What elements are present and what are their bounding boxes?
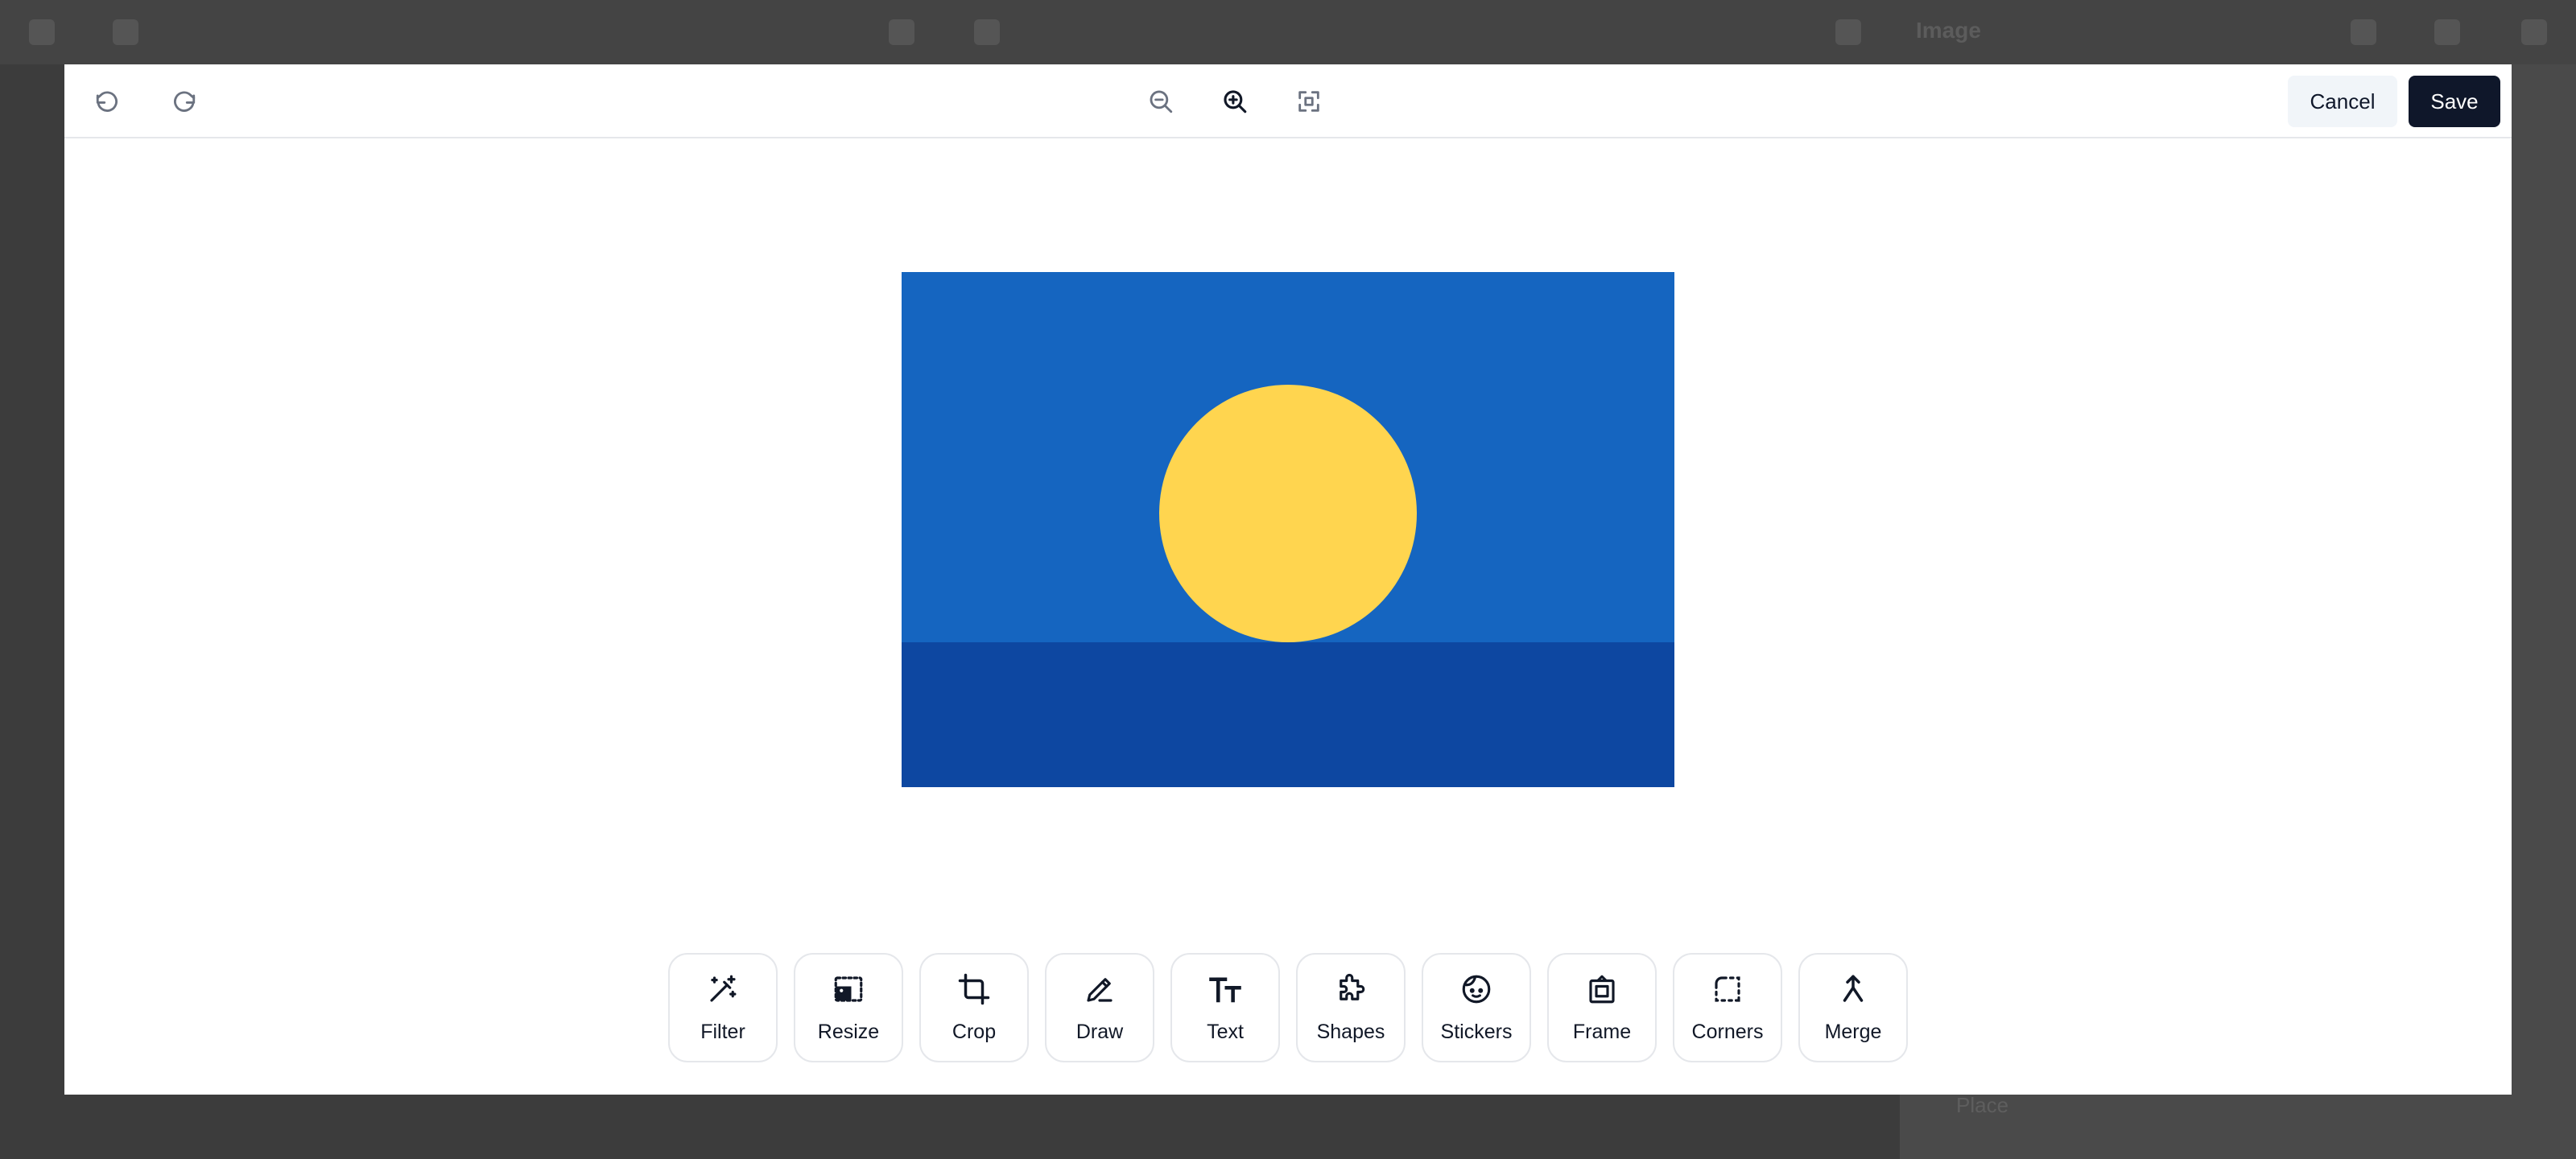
tool-frame-label: Frame (1572, 1021, 1632, 1043)
fit-screen-icon (1298, 91, 1319, 112)
tool-crop[interactable]: Crop (919, 953, 1029, 1062)
canvas-image[interactable] (902, 272, 1674, 787)
tool-draw[interactable]: Draw (1045, 953, 1154, 1062)
editing-toolbar: Filter Resize Crop Draw Text Shapes Stic… (668, 953, 1908, 1064)
image-sun (1159, 385, 1417, 642)
zoom-in-icon (1224, 90, 1247, 113)
undo-button[interactable] (89, 82, 127, 121)
background-expand-icon (2434, 19, 2460, 45)
background-topbar: Image (0, 0, 2576, 64)
background-panel-text: Place (1956, 1093, 2009, 1117)
tool-resize-label: Resize (817, 1021, 880, 1043)
tool-corners-label: Corners (1691, 1021, 1764, 1043)
image-sea (902, 642, 1674, 787)
tool-frame[interactable]: Frame (1547, 953, 1657, 1062)
undo-icon (96, 91, 118, 112)
background-image-icon (889, 19, 914, 45)
editor-header: Cancel Save (64, 64, 2512, 138)
redo-button[interactable] (164, 82, 203, 121)
tool-shapes[interactable]: Shapes (1296, 953, 1406, 1062)
tool-merge-label: Merge (1824, 1021, 1882, 1043)
background-close-icon (2521, 19, 2547, 45)
tool-text[interactable]: Text (1170, 953, 1280, 1062)
magic-wand-icon (710, 975, 737, 1002)
tool-text-label: Text (1207, 1021, 1244, 1043)
redo-icon (174, 91, 196, 112)
background-delete-icon (2351, 19, 2376, 45)
background-forward-icon (113, 19, 138, 45)
image-editor-modal: Cancel Save Filter Resize Crop Draw Text… (64, 64, 2512, 1095)
cancel-button[interactable]: Cancel (2288, 76, 2397, 127)
tool-filter[interactable]: Filter (668, 953, 778, 1062)
pencil-icon (1087, 978, 1113, 1002)
save-button[interactable]: Save (2409, 76, 2500, 127)
zoom-in-button[interactable] (1216, 82, 1254, 121)
zoom-out-icon (1150, 90, 1173, 113)
text-icon (1209, 977, 1241, 1003)
tool-corners[interactable]: Corners (1673, 953, 1782, 1062)
tool-crop-label: Crop (952, 1021, 997, 1043)
tool-merge[interactable]: Merge (1798, 953, 1908, 1062)
sticker-face-icon (1462, 975, 1491, 1004)
background-panel-icon (1835, 19, 1861, 45)
frame-icon (1589, 975, 1615, 1004)
corners-icon (1715, 976, 1740, 1002)
resize-image-icon (834, 976, 863, 1002)
background-file-icon (974, 19, 1000, 45)
background-title: Image (1916, 18, 1981, 43)
background-back-icon (29, 19, 55, 45)
tool-resize[interactable]: Resize (794, 953, 903, 1062)
tool-stickers[interactable]: Stickers (1422, 953, 1531, 1062)
fit-screen-button[interactable] (1290, 82, 1328, 121)
tool-filter-label: Filter (700, 1021, 745, 1043)
tool-draw-label: Draw (1075, 1021, 1124, 1043)
crop-icon (958, 973, 990, 1005)
puzzle-icon (1340, 973, 1365, 1000)
tool-shapes-label: Shapes (1316, 1021, 1385, 1043)
zoom-out-button[interactable] (1141, 82, 1180, 121)
tool-stickers-label: Stickers (1440, 1021, 1513, 1043)
merge-icon (1843, 975, 1864, 1002)
